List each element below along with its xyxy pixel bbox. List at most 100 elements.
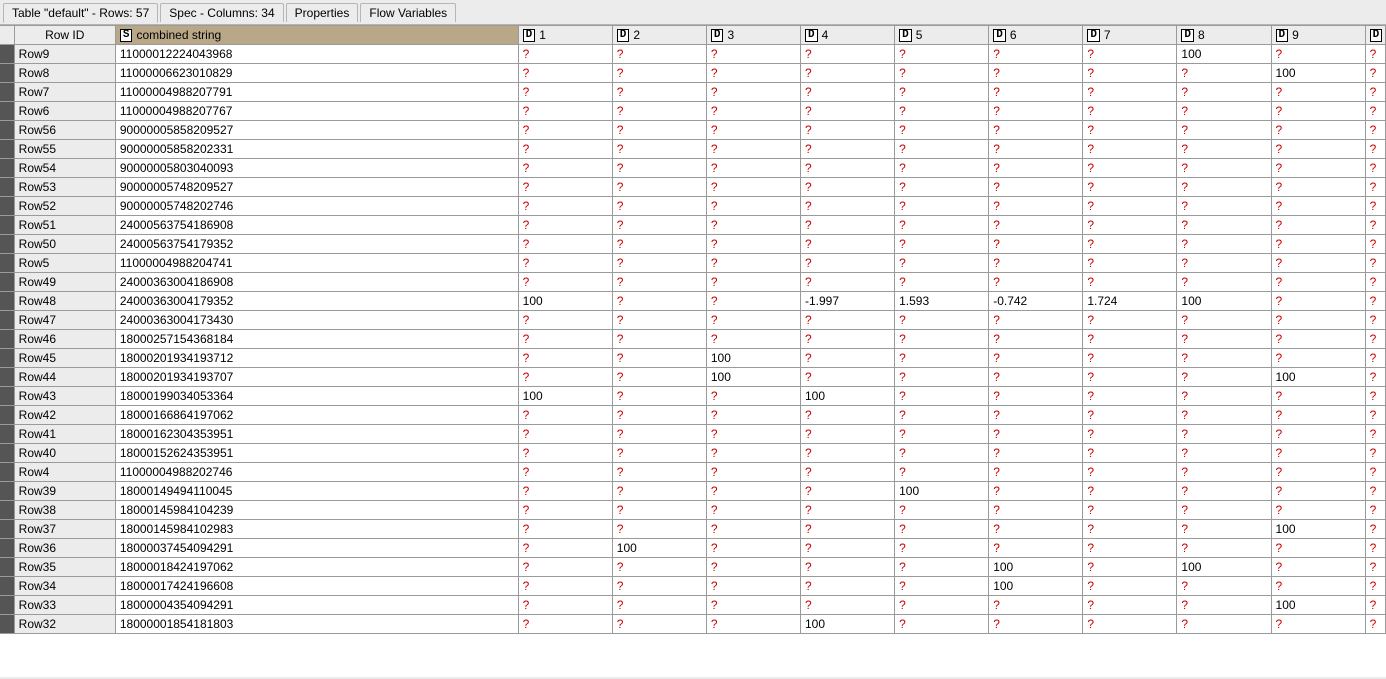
row-stub [0, 45, 14, 64]
header-d4-label: 4 [822, 28, 829, 42]
table-row[interactable]: Row3718000145984102983????????100? [0, 520, 1386, 539]
table-row[interactable]: Row4018000152624353951?????????? [0, 444, 1386, 463]
data-cell: ? [800, 178, 894, 197]
row-id-cell: Row41 [14, 425, 115, 444]
data-table: Row IDScombined stringD1D2D3D4D5D6D7D8D9… [0, 25, 1386, 634]
table-row[interactable]: Row4724000363004173430?????????? [0, 311, 1386, 330]
data-cell: ? [895, 83, 989, 102]
data-cell: ? [989, 539, 1083, 558]
data-cell-partial: ? [1365, 83, 1385, 102]
row-stub [0, 577, 14, 596]
column-header-combined-string[interactable]: Scombined string [115, 26, 518, 45]
row-id-cell: Row42 [14, 406, 115, 425]
data-cell: ? [1177, 102, 1271, 121]
data-cell-partial: ? [1365, 273, 1385, 292]
tab-2[interactable]: Properties [286, 3, 359, 22]
data-cell: ? [1177, 387, 1271, 406]
data-cell: ? [706, 235, 800, 254]
data-cell: ? [989, 368, 1083, 387]
table-row[interactable]: Row4824000363004179352100??-1.9971.593-0… [0, 292, 1386, 311]
column-header-d5[interactable]: D5 [895, 26, 989, 45]
header-stub [0, 26, 14, 45]
table-row[interactable]: Row3818000145984104239?????????? [0, 501, 1386, 520]
row-id-cell: Row44 [14, 368, 115, 387]
table-row[interactable]: Row3518000018424197062?????100?100?? [0, 558, 1386, 577]
data-cell: ? [895, 197, 989, 216]
data-cell: ? [1083, 102, 1177, 121]
table-row[interactable]: Row3318000004354094291????????100? [0, 596, 1386, 615]
row-id-cell: Row6 [14, 102, 115, 121]
data-cell: ? [800, 463, 894, 482]
column-header-d1[interactable]: D1 [518, 26, 612, 45]
data-cell-partial: ? [1365, 330, 1385, 349]
tab-0[interactable]: Table "default" - Rows: 57 [3, 3, 158, 23]
table-row[interactable]: Row511000004988204741?????????? [0, 254, 1386, 273]
table-row[interactable]: Row5390000005748209527?????????? [0, 178, 1386, 197]
data-cell: ? [612, 178, 706, 197]
table-row[interactable]: Row5490000005803040093?????????? [0, 159, 1386, 178]
row-stub [0, 178, 14, 197]
data-cell: 1.724 [1083, 292, 1177, 311]
tab-1[interactable]: Spec - Columns: 34 [160, 3, 283, 22]
table-row[interactable]: Row5124000563754186908?????????? [0, 216, 1386, 235]
data-cell: ? [989, 216, 1083, 235]
table-row[interactable]: Row3418000017424196608?????100???? [0, 577, 1386, 596]
column-header-partial[interactable]: D [1365, 26, 1385, 45]
table-row[interactable]: Row3918000149494110045????100????? [0, 482, 1386, 501]
combined-string-cell: 24000563754186908 [115, 216, 518, 235]
column-header-d2[interactable]: D2 [612, 26, 706, 45]
data-cell: ? [800, 159, 894, 178]
table-row[interactable]: Row5690000005858209527?????????? [0, 121, 1386, 140]
data-cell: ? [1177, 178, 1271, 197]
table-row[interactable]: Row811000006623010829????????100? [0, 64, 1386, 83]
data-cell: 1.593 [895, 292, 989, 311]
table-row[interactable]: Row5290000005748202746?????????? [0, 197, 1386, 216]
data-cell: ? [1083, 159, 1177, 178]
table-row[interactable]: Row3218000001854181803???100?????? [0, 615, 1386, 634]
data-cell: ? [1177, 406, 1271, 425]
data-cell: ? [895, 406, 989, 425]
column-header-d8[interactable]: D8 [1177, 26, 1271, 45]
column-header-d3[interactable]: D3 [706, 26, 800, 45]
table-row[interactable]: Row611000004988207767?????????? [0, 102, 1386, 121]
row-stub [0, 349, 14, 368]
data-cell: ? [1083, 368, 1177, 387]
data-cell: 100 [1177, 45, 1271, 64]
table-row[interactable]: Row4618000257154368184?????????? [0, 330, 1386, 349]
data-cell: ? [612, 368, 706, 387]
column-header-d6[interactable]: D6 [989, 26, 1083, 45]
row-stub [0, 197, 14, 216]
row-stub [0, 311, 14, 330]
table-row[interactable]: Row4118000162304353951?????????? [0, 425, 1386, 444]
column-header-rowid[interactable]: Row ID [14, 26, 115, 45]
table-row[interactable]: Row4418000201934193707??100?????100? [0, 368, 1386, 387]
table-row[interactable]: Row3618000037454094291?100???????? [0, 539, 1386, 558]
combined-string-cell: 24000363004179352 [115, 292, 518, 311]
table-header-row: Row IDScombined stringD1D2D3D4D5D6D7D8D9… [0, 26, 1386, 45]
column-header-d4[interactable]: D4 [800, 26, 894, 45]
data-cell: ? [612, 140, 706, 159]
data-cell: 100 [1271, 596, 1365, 615]
row-id-cell: Row50 [14, 235, 115, 254]
data-cell: -1.997 [800, 292, 894, 311]
table-row[interactable]: Row711000004988207791?????????? [0, 83, 1386, 102]
column-header-d7[interactable]: D7 [1083, 26, 1177, 45]
data-cell: ? [706, 140, 800, 159]
table-row[interactable]: Row4924000363004186908?????????? [0, 273, 1386, 292]
row-stub [0, 501, 14, 520]
data-cell: ? [1177, 539, 1271, 558]
tab-strip: Table "default" - Rows: 57Spec - Columns… [0, 0, 1386, 25]
column-header-d9[interactable]: D9 [1271, 26, 1365, 45]
table-row[interactable]: Row411000004988202746?????????? [0, 463, 1386, 482]
data-cell: ? [612, 463, 706, 482]
table-row[interactable]: Row911000012224043968???????100?? [0, 45, 1386, 64]
data-cell: ? [706, 292, 800, 311]
table-row[interactable]: Row5590000005858202331?????????? [0, 140, 1386, 159]
data-cell: ? [1271, 539, 1365, 558]
table-row[interactable]: Row5024000563754179352?????????? [0, 235, 1386, 254]
table-row[interactable]: Row4518000201934193712??100??????? [0, 349, 1386, 368]
tab-3[interactable]: Flow Variables [360, 3, 456, 22]
row-stub [0, 596, 14, 615]
table-row[interactable]: Row4318000199034053364100??100?????? [0, 387, 1386, 406]
table-row[interactable]: Row4218000166864197062?????????? [0, 406, 1386, 425]
